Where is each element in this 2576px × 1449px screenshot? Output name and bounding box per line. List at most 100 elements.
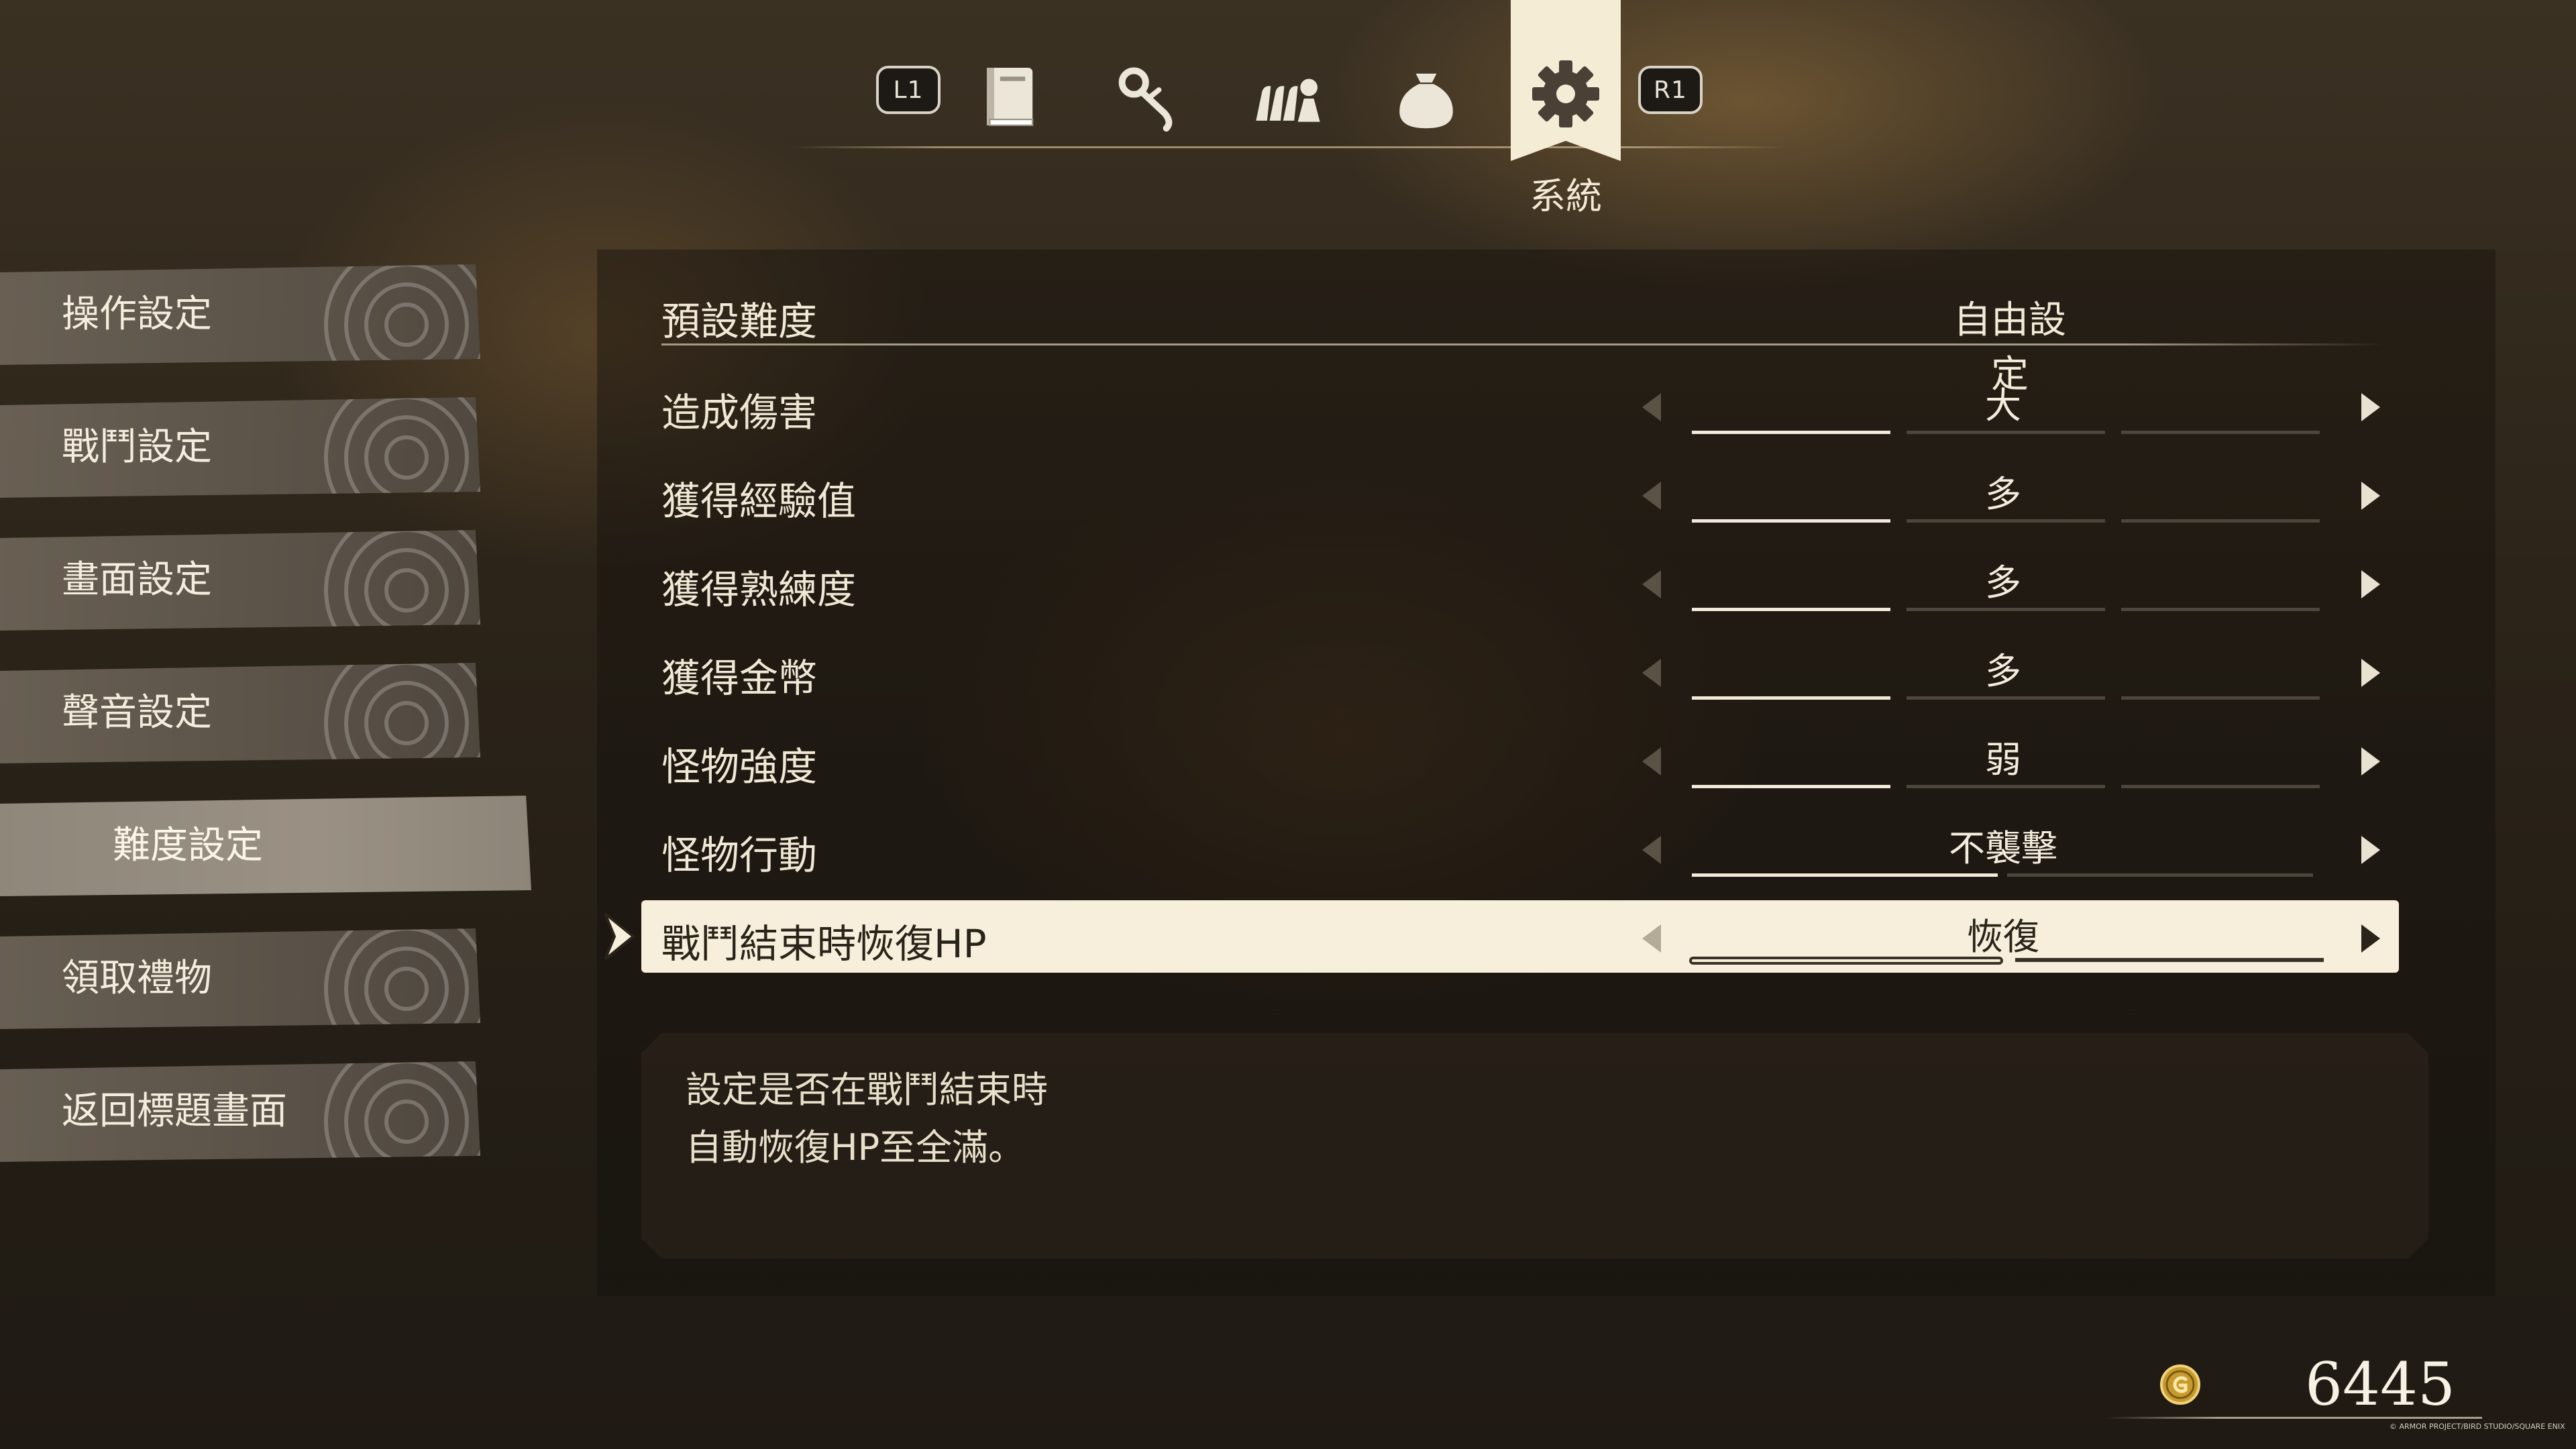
setting-label: 戰鬥結束時恢復HP <box>661 921 987 967</box>
setting-row-monster-behavior[interactable]: 怪物行動 不襲擊 <box>661 812 2380 885</box>
arrow-left-icon[interactable] <box>1638 390 1665 424</box>
setting-label: 獲得經驗值 <box>661 478 857 524</box>
tab-items-book[interactable] <box>962 54 1056 141</box>
book-icon <box>987 68 1034 126</box>
preset-difficulty-row[interactable]: 預設難度 自由設定 <box>661 282 2379 396</box>
setting-label: 獲得金幣 <box>661 655 818 701</box>
arrow-left-icon[interactable] <box>1638 922 1665 955</box>
level-segment <box>1907 608 2105 611</box>
r1-button[interactable]: R1 <box>1638 66 1703 114</box>
header-divider <box>661 343 2385 345</box>
sidebar-item-label: 操作設定 <box>62 292 212 336</box>
sidebar-item-label: 聲音設定 <box>62 691 212 735</box>
tab-skills-staff[interactable] <box>1100 54 1194 141</box>
party-icon <box>1256 78 1320 122</box>
staff-icon <box>1118 67 1173 132</box>
sidebar-item-sound[interactable]: 聲音設定 <box>0 663 480 763</box>
sidebar-item-label: 領取禮物 <box>62 957 212 1000</box>
arrow-right-icon[interactable] <box>2357 922 2384 955</box>
setting-label: 怪物強度 <box>661 744 818 790</box>
setting-value: 恢復 <box>1967 916 2039 958</box>
arrow-right-icon[interactable] <box>2357 390 2384 424</box>
setting-label: 造成傷害 <box>661 390 818 435</box>
selection-cursor-icon <box>604 912 636 961</box>
swirl-ornament <box>324 928 480 1029</box>
arrow-left-icon[interactable] <box>1638 833 1665 867</box>
sidebar-item-gifts[interactable]: 領取禮物 <box>0 928 480 1029</box>
level-segment <box>1692 785 1890 788</box>
arrow-right-icon[interactable] <box>2357 479 2384 513</box>
sidebar-item-display[interactable]: 畫面設定 <box>0 530 480 631</box>
arrow-right-icon[interactable] <box>2357 656 2384 690</box>
level-segment <box>2121 519 2320 523</box>
l1-label: L1 <box>893 76 924 104</box>
setting-value: 不襲擊 <box>1949 827 2057 869</box>
tab-system[interactable] <box>1511 0 1621 166</box>
arrow-right-icon[interactable] <box>2357 833 2384 867</box>
setting-row-damage[interactable]: 造成傷害 大 <box>661 369 2380 443</box>
level-segment <box>2007 873 2313 877</box>
level-segment <box>1907 431 2105 434</box>
setting-value: 多 <box>1985 473 2021 515</box>
arrow-left-icon[interactable] <box>1638 745 1665 778</box>
preset-difficulty-label: 預設難度 <box>661 299 818 344</box>
gold-divider <box>2106 1417 2482 1419</box>
level-segment <box>2121 785 2320 788</box>
tab-divider <box>792 146 1784 148</box>
sidebar-item-label: 難度設定 <box>113 824 263 867</box>
tab-system-label: 系統 <box>1529 175 1602 217</box>
description-line: 設定是否在戰鬥結束時 <box>686 1069 1048 1111</box>
sidebar-item-battle[interactable]: 戰鬥設定 <box>0 397 480 498</box>
arrow-right-icon[interactable] <box>2357 568 2384 601</box>
level-segment <box>1907 785 2105 788</box>
level-segment <box>1692 608 1890 611</box>
setting-value: 大 <box>1985 384 2021 427</box>
arrow-left-icon[interactable] <box>1638 568 1665 601</box>
l1-button[interactable]: L1 <box>876 66 941 114</box>
gold-amount: 6445 <box>2305 1350 2455 1419</box>
arrow-left-icon[interactable] <box>1638 656 1665 690</box>
r1-label: R1 <box>1654 76 1687 104</box>
sidebar-item-label: 畫面設定 <box>62 558 212 602</box>
gold-coin-icon <box>2160 1364 2200 1405</box>
swirl-ornament <box>324 530 480 631</box>
setting-row-hp-recovery[interactable]: 戰鬥結束時恢復HP 恢復 <box>641 900 2399 973</box>
level-segment <box>1907 519 2105 523</box>
swirl-ornament <box>324 1061 480 1162</box>
level-segment <box>1692 431 1890 434</box>
description-box: 設定是否在戰鬥結束時 自動恢復HP至全滿。 <box>641 1033 2428 1258</box>
level-segment <box>1692 519 1890 523</box>
arrow-left-icon[interactable] <box>1638 479 1665 513</box>
tab-bag[interactable] <box>1379 54 1473 141</box>
sidebar-item-label: 戰鬥設定 <box>62 425 212 469</box>
arrow-right-icon[interactable] <box>2357 745 2384 778</box>
tab-party[interactable] <box>1241 54 1335 141</box>
swirl-ornament <box>324 264 480 365</box>
setting-row-proficiency[interactable]: 獲得熟練度 多 <box>661 546 2380 620</box>
top-tab-bar: L1 系統 R1 <box>0 0 2576 228</box>
setting-value: 多 <box>1985 561 2021 604</box>
sidebar-item-label: 返回標題畫面 <box>62 1089 287 1133</box>
setting-row-gold[interactable]: 獲得金幣 多 <box>661 635 2380 708</box>
setting-label: 獲得熟練度 <box>661 567 857 612</box>
level-segment <box>2121 608 2320 611</box>
setting-value: 多 <box>1985 650 2021 692</box>
setting-row-exp[interactable]: 獲得經驗值 多 <box>661 458 2380 531</box>
setting-label: 怪物行動 <box>661 833 818 878</box>
copyright-text: © ARMOR PROJECT/BIRD STUDIO/SQUARE ENIX <box>2390 1422 2565 1431</box>
level-segment <box>1692 696 1890 700</box>
sidebar-item-title-screen[interactable]: 返回標題畫面 <box>0 1061 480 1162</box>
level-segment <box>1692 873 1998 877</box>
level-segment <box>1907 696 2105 700</box>
swirl-ornament <box>324 397 480 498</box>
swirl-ornament <box>324 663 480 763</box>
active-tab-banner <box>1511 0 1621 161</box>
setting-value: 弱 <box>1985 739 2021 781</box>
bag-icon <box>1399 73 1453 129</box>
level-segment <box>2121 431 2320 434</box>
sidebar-item-controls[interactable]: 操作設定 <box>0 264 480 365</box>
level-segment <box>2121 696 2320 700</box>
setting-row-monster-strength[interactable]: 怪物強度 弱 <box>661 723 2380 797</box>
sidebar-item-difficulty[interactable]: 難度設定 <box>0 796 531 896</box>
description-line: 自動恢復HP至全滿。 <box>686 1126 1025 1169</box>
